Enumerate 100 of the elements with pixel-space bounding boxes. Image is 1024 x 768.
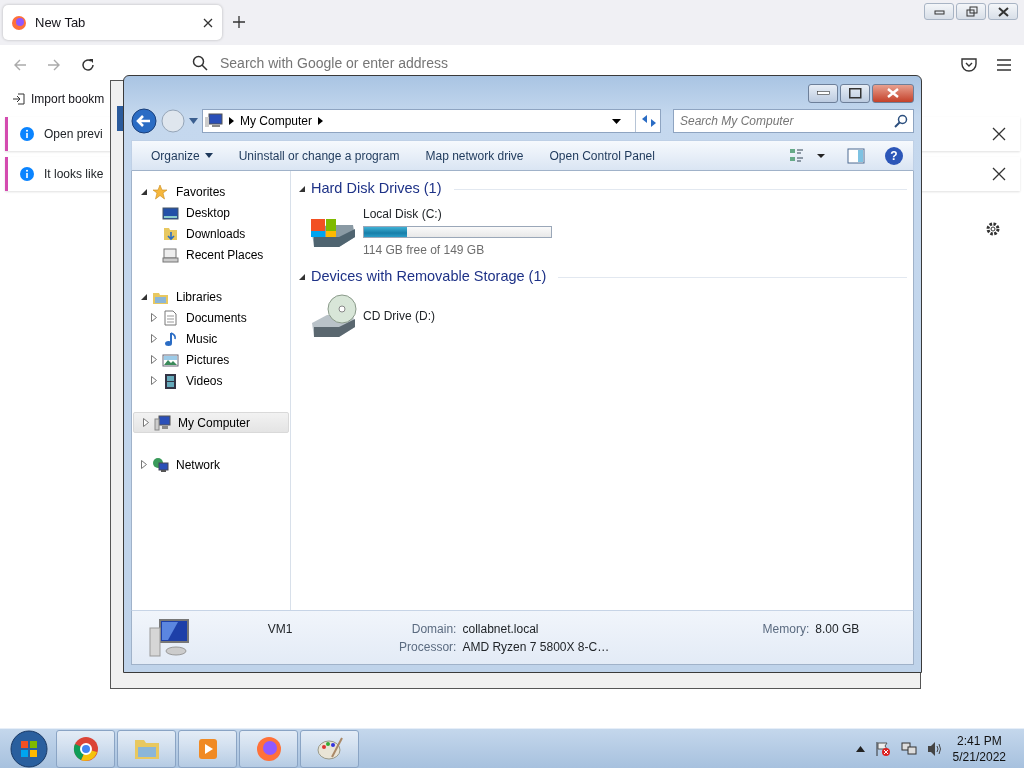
browser-icon bbox=[254, 734, 283, 763]
command-button[interactable]: Organize bbox=[142, 142, 222, 169]
nav-item[interactable]: Libraries bbox=[132, 286, 290, 307]
dropdown-caret-icon[interactable] bbox=[612, 118, 621, 124]
search-icon[interactable] bbox=[894, 114, 908, 128]
history-caret-icon[interactable] bbox=[189, 118, 198, 124]
computer-name: VM1 bbox=[267, 620, 294, 638]
collapsed-arrow-icon[interactable] bbox=[143, 418, 149, 427]
drive-item[interactable]: CD Drive (D:) bbox=[299, 287, 907, 347]
search-field[interactable]: Search My Computer bbox=[673, 109, 914, 133]
import-icon[interactable] bbox=[12, 92, 26, 106]
nav-item[interactable]: Videos bbox=[132, 370, 290, 391]
taskbar-button[interactable] bbox=[300, 729, 359, 768]
taskbar-button[interactable] bbox=[239, 729, 298, 768]
nav-item[interactable]: Network bbox=[132, 454, 290, 475]
minimize-button[interactable] bbox=[808, 83, 838, 103]
group-title: Devices with Removable Storage (1) bbox=[311, 267, 547, 287]
breadcrumb-arrow-icon[interactable] bbox=[318, 117, 324, 125]
maximize-icon bbox=[848, 87, 862, 99]
group-title: Hard Disk Drives (1) bbox=[311, 179, 442, 199]
browser-tab[interactable]: New Tab bbox=[3, 5, 222, 40]
group-header[interactable]: Hard Disk Drives (1) bbox=[299, 179, 907, 199]
command-button[interactable]: Open Control Panel bbox=[540, 142, 664, 169]
tab-title: New Tab bbox=[35, 13, 86, 32]
nav-item[interactable]: Desktop bbox=[132, 202, 290, 223]
collapsed-arrow-icon[interactable] bbox=[151, 376, 157, 385]
address-bar[interactable]: My Computer bbox=[202, 109, 661, 133]
downloads-folder-icon bbox=[162, 225, 179, 242]
nav-item[interactable]: Music bbox=[132, 328, 290, 349]
pocket-icon[interactable] bbox=[960, 56, 978, 74]
close-icon bbox=[887, 88, 899, 98]
expanded-arrow-icon[interactable] bbox=[299, 186, 305, 192]
close-button[interactable] bbox=[872, 83, 914, 103]
breadcrumb-arrow-icon[interactable] bbox=[229, 117, 234, 125]
clock-date[interactable]: 5/21/2022 bbox=[952, 748, 1006, 765]
collapsed-arrow-icon[interactable] bbox=[141, 460, 147, 469]
film-icon bbox=[162, 372, 179, 389]
drive-name: Local Disk (C:) bbox=[363, 206, 443, 223]
info-icon bbox=[20, 167, 34, 181]
close-icon[interactable] bbox=[992, 167, 1006, 181]
notification-text: It looks like bbox=[44, 166, 104, 183]
volume-icon[interactable] bbox=[926, 740, 943, 757]
view-options-icon[interactable] bbox=[789, 147, 825, 164]
detail-value: collabnet.local bbox=[462, 620, 540, 638]
document-icon bbox=[162, 309, 179, 326]
command-button[interactable]: Uninstall or change a program bbox=[229, 142, 409, 169]
desktop-icon bbox=[162, 204, 179, 221]
taskbar-button[interactable] bbox=[56, 729, 115, 768]
expanded-arrow-icon[interactable] bbox=[141, 188, 147, 195]
minimize-icon bbox=[816, 91, 830, 95]
nav-item[interactable]: Favorites bbox=[132, 181, 290, 202]
free-space-text: 114 GB free of 149 GB bbox=[363, 242, 486, 259]
nav-item[interactable]: Documents bbox=[132, 307, 290, 328]
detail-value: AMD Ryzen 7 5800X 8-C… bbox=[462, 638, 611, 656]
drive-name: CD Drive (D:) bbox=[363, 308, 435, 325]
address-field[interactable]: Search with Google or enter address bbox=[218, 51, 924, 75]
command-button[interactable]: Map network drive bbox=[416, 142, 533, 169]
settings-icon[interactable] bbox=[985, 221, 1001, 237]
reload-icon[interactable] bbox=[80, 57, 96, 73]
detail-label: Memory: bbox=[761, 620, 810, 638]
minimize-button[interactable] bbox=[924, 3, 954, 20]
network-icon bbox=[152, 456, 169, 473]
action-center-flag-icon[interactable] bbox=[874, 740, 891, 757]
new-tab-icon[interactable] bbox=[232, 15, 246, 29]
expanded-arrow-icon[interactable] bbox=[141, 293, 147, 300]
detail-label: Processor: bbox=[398, 638, 457, 656]
computer-icon bbox=[205, 113, 223, 129]
star-icon bbox=[152, 183, 169, 200]
collapsed-arrow-icon[interactable] bbox=[151, 355, 157, 364]
collapsed-arrow-icon[interactable] bbox=[151, 334, 157, 343]
recent-places-icon bbox=[162, 246, 179, 263]
collapsed-arrow-icon[interactable] bbox=[151, 313, 157, 322]
clock-time[interactable]: 2:41 PM bbox=[952, 732, 1006, 749]
detail-label: Domain: bbox=[410, 620, 457, 638]
drive-item[interactable]: Local Disk (C:) 114 GB free of 149 GB bbox=[299, 199, 907, 267]
search-icon bbox=[192, 55, 208, 71]
close-icon[interactable] bbox=[202, 16, 214, 29]
close-button[interactable] bbox=[988, 3, 1018, 20]
nav-item[interactable]: Pictures bbox=[132, 349, 290, 370]
picture-icon bbox=[162, 351, 179, 368]
browser-icon bbox=[71, 734, 100, 763]
detail-value: 8.00 GB bbox=[815, 620, 861, 638]
help-button[interactable]: ? bbox=[885, 146, 903, 165]
restore-icon bbox=[963, 5, 979, 18]
breadcrumb-item[interactable]: My Computer bbox=[240, 112, 313, 130]
nav-item[interactable]: My Computer bbox=[133, 412, 289, 433]
restore-button[interactable] bbox=[956, 3, 986, 20]
back-icon[interactable] bbox=[131, 108, 157, 134]
nav-item[interactable]: Downloads bbox=[132, 223, 290, 244]
group-header[interactable]: Devices with Removable Storage (1) bbox=[299, 267, 907, 287]
close-icon[interactable] bbox=[992, 127, 1006, 141]
cd-drive-icon bbox=[309, 293, 357, 339]
maximize-button[interactable] bbox=[840, 83, 870, 103]
info-icon bbox=[20, 127, 34, 141]
menu-icon[interactable] bbox=[996, 58, 1012, 72]
network-status-icon[interactable] bbox=[900, 740, 917, 757]
computer-icon bbox=[154, 414, 171, 431]
nav-item[interactable]: Recent Places bbox=[132, 244, 290, 265]
import-bookmarks-link[interactable]: Import bookm bbox=[31, 90, 105, 108]
expanded-arrow-icon[interactable] bbox=[299, 274, 305, 280]
